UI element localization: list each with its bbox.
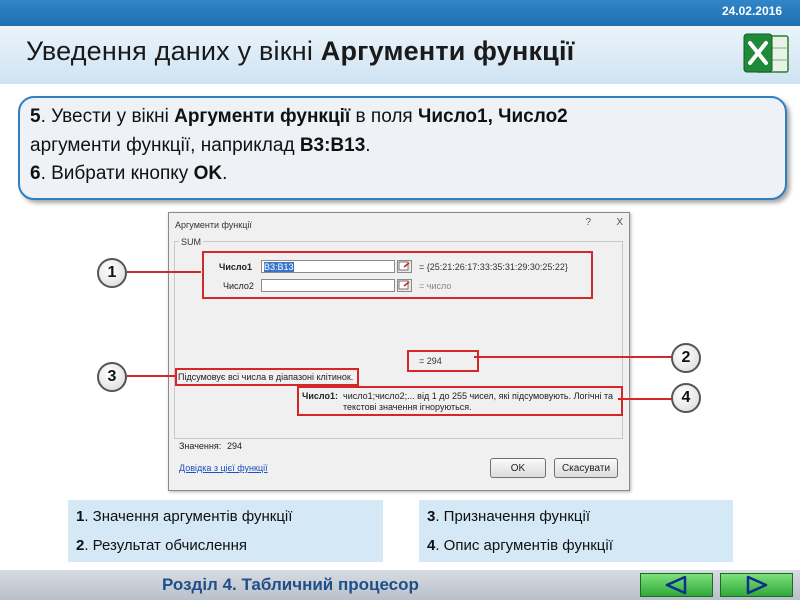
step-number-6: 6 — [30, 163, 41, 184]
field1-label: Число1 — [219, 262, 252, 272]
highlight-result — [407, 350, 479, 372]
prev-arrow-icon — [665, 575, 687, 595]
argument-description-line1: число1;число2;... від 1 до 255 чисел, як… — [343, 391, 614, 401]
legend-left: 1. Значення аргументів функції 2. Резуль… — [68, 500, 383, 562]
dialog-caption: Аргументи функції — [175, 220, 252, 230]
formula-result: = 294 — [419, 356, 442, 366]
instruction-line-3: 6. Вибрати кнопку OK. — [30, 163, 227, 185]
legend-item: 2. Результат обчислення — [76, 537, 247, 554]
date: 24.02.2016 — [721, 4, 782, 18]
callout-1: 1 — [97, 258, 127, 288]
instruction-text: . — [222, 163, 228, 184]
close-icon[interactable]: X — [616, 217, 623, 228]
argument-name: Число1: — [302, 391, 338, 401]
next-button[interactable] — [720, 573, 793, 597]
instruction-line-2: аргументи функції, наприклад B3:B13. — [30, 135, 371, 157]
ok-button[interactable]: OK — [490, 458, 546, 478]
callout-2: 2 — [671, 343, 701, 373]
legend-text: . Результат обчислення — [84, 537, 247, 554]
callout-4: 4 — [671, 383, 701, 413]
instruction-text: . Увести у вікні — [40, 106, 175, 127]
legend-text: . Призначення функції — [435, 508, 590, 525]
next-arrow-icon — [746, 575, 768, 595]
section-title: Розділ 4. Табличний процесор — [162, 575, 419, 594]
field1-input[interactable]: B3:B13 — [261, 260, 395, 273]
instruction-text: в поля — [350, 106, 418, 127]
callout-line-4 — [618, 398, 672, 400]
value-label: Значення: — [179, 441, 222, 451]
step-number-5: 5 — [30, 106, 41, 127]
instruction-text: аргументи функції, наприклад — [30, 135, 300, 156]
range-picker-icon[interactable] — [397, 260, 412, 273]
top-bar: 24.02.2016 — [0, 0, 800, 26]
callout-line-2 — [474, 356, 672, 358]
field1-value: B3:B13 — [264, 262, 294, 272]
instruction-bold: Число1, Число2 — [418, 106, 568, 127]
function-description: Підсумовує всі числа в діапазоні клітино… — [178, 372, 354, 382]
function-arguments-dialog: Аргументи функції ? X SUM Число1 B3:B13 … — [168, 212, 630, 491]
value: 294 — [227, 441, 243, 451]
field2-input[interactable] — [261, 279, 395, 292]
excel-logo-icon — [743, 33, 789, 73]
legend-item: 4. Опис аргументів функції — [427, 537, 613, 554]
instruction-bold: Аргументи функції — [174, 106, 351, 127]
slide-title-bold: Аргументи функції — [320, 36, 575, 66]
cancel-button[interactable]: Скасувати — [554, 458, 618, 478]
instruction-bold: B3:B13 — [299, 135, 366, 156]
range-picker-icon[interactable] — [397, 279, 412, 292]
field2-result: = число — [419, 281, 452, 291]
callout-line-1 — [126, 271, 201, 273]
legend-item: 3. Призначення функції — [427, 508, 590, 525]
callout-3: 3 — [97, 362, 127, 392]
field2-label: Число2 — [223, 281, 254, 291]
instruction-box: 5. Увести у вікні Аргументи функції в по… — [18, 96, 787, 200]
slide-title: Уведення даних у вікні Аргументи функції — [26, 36, 574, 67]
instruction-bold: OK — [193, 163, 223, 184]
instruction-line-1: 5. Увести у вікні Аргументи функції в по… — [30, 106, 568, 128]
legend-item: 1. Значення аргументів функції — [76, 508, 292, 525]
instruction-text: . — [365, 135, 371, 156]
help-icon[interactable]: ? — [585, 217, 591, 228]
legend-text: . Значення аргументів функції — [84, 508, 293, 525]
function-name: SUM — [179, 237, 203, 247]
help-link[interactable]: Довідка з цієї функції — [179, 463, 268, 473]
legend-text: . Опис аргументів функції — [435, 537, 613, 554]
legend-right: 3. Призначення функції 4. Опис аргументі… — [419, 500, 733, 562]
field1-result: = {25:21:26:17:33:35:31:29:30:25:22} — [419, 262, 568, 272]
instruction-text: . Вибрати кнопку — [40, 163, 194, 184]
argument-description-line2: текстові значення ігноруються. — [343, 402, 472, 412]
callout-line-3 — [126, 375, 176, 377]
slide-title-prefix: Уведення даних у вікні — [26, 36, 314, 66]
prev-button[interactable] — [640, 573, 713, 597]
